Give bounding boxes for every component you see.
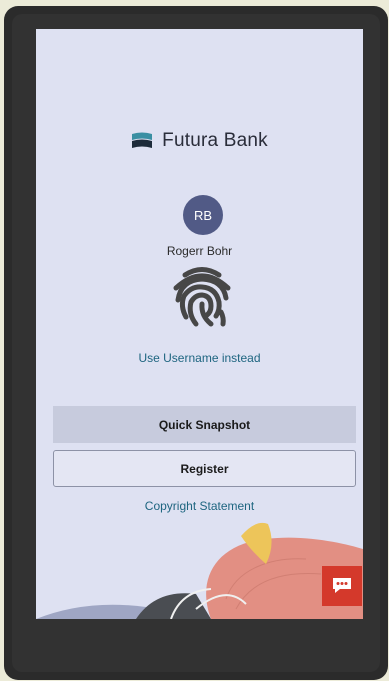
futura-logo-icon [132, 132, 153, 148]
copyright-statement-link[interactable]: Copyright Statement [36, 499, 363, 513]
use-username-link[interactable]: Use Username instead [36, 351, 363, 365]
register-button[interactable]: Register [53, 450, 356, 487]
login-page: Futura Bank RB Rogerr Bohr Use Username … [36, 29, 363, 619]
fingerprint-icon[interactable] [171, 266, 233, 330]
chat-button[interactable] [322, 566, 362, 606]
app-screen: Futura Bank RB Rogerr Bohr Use Username … [36, 29, 363, 619]
avatar: RB [183, 195, 223, 235]
quick-snapshot-button[interactable]: Quick Snapshot [53, 406, 356, 443]
brand-name: Futura Bank [162, 130, 268, 151]
brand-header: Futura Bank [36, 130, 363, 152]
user-name: Rogerr Bohr [166, 244, 233, 258]
chat-icon [333, 578, 351, 593]
